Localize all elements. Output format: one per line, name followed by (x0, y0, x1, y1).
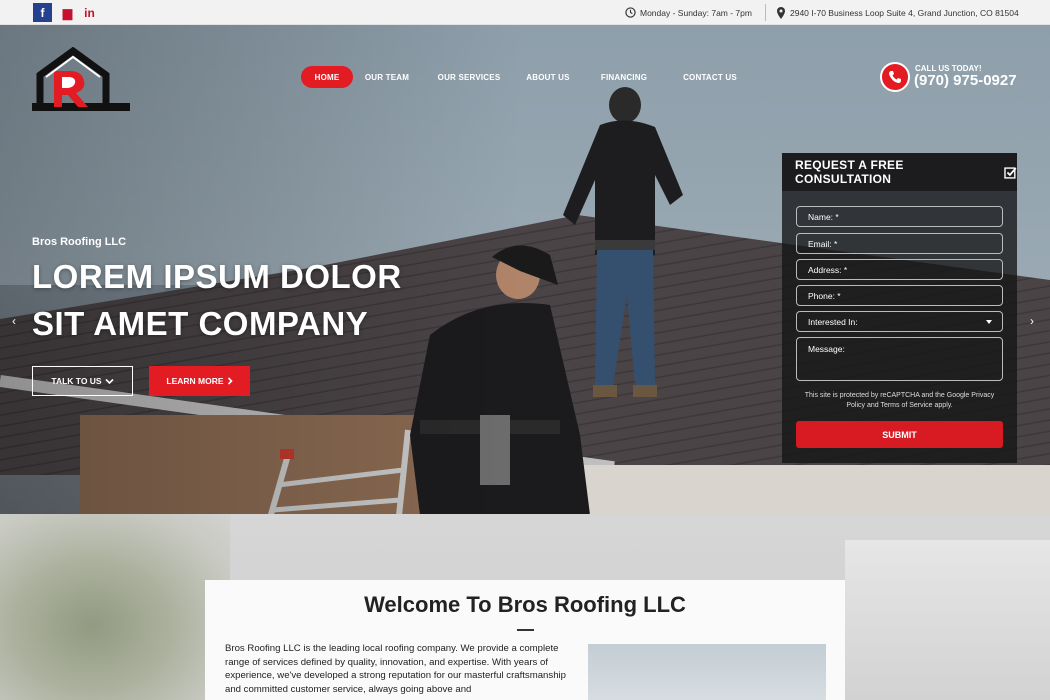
talk-to-us-label: TALK TO US (51, 376, 102, 386)
top-bar: f ▆ in Monday - Sunday: 7am - 7pm 2940 I… (0, 0, 1050, 25)
slider-next-arrow[interactable]: › (1030, 314, 1034, 328)
slider-prev-arrow[interactable]: ‹ (12, 314, 16, 328)
checkbox-icon (1004, 166, 1017, 179)
address-field[interactable]: Address: * (796, 259, 1003, 280)
form-title: REQUEST A FREE CONSULTATION (795, 158, 904, 186)
nav-our-services[interactable]: OUR SERVICES (432, 66, 506, 88)
consultation-form: REQUEST A FREE CONSULTATION Name: * Emai… (782, 153, 1017, 463)
hours-text: Monday - Sunday: 7am - 7pm (640, 7, 752, 18)
welcome-card: Welcome To Bros Roofing LLC Bros Roofing… (205, 580, 845, 700)
google-my-business-icon[interactable]: ▆ (58, 3, 77, 22)
name-field[interactable]: Name: * (796, 206, 1003, 227)
address-text: 2940 I-70 Business Loop Suite 4, Grand J… (790, 7, 1019, 18)
email-field[interactable]: Email: * (796, 233, 1003, 254)
nav-our-team[interactable]: OUR TEAM (358, 66, 416, 88)
welcome-title: Welcome To Bros Roofing LLC (364, 592, 686, 617)
chevron-down-icon (105, 378, 114, 384)
tree-background-image (0, 514, 230, 700)
business-address: 2940 I-70 Business Loop Suite 4, Grand J… (776, 0, 1019, 25)
welcome-text: Bros Roofing LLC is the leading local ro… (225, 643, 566, 695)
linkedin-icon[interactable]: in (80, 3, 99, 22)
interested-in-label: Interested In: (808, 316, 858, 327)
welcome-image (588, 644, 826, 700)
learn-more-button[interactable]: LEARN MORE (149, 366, 250, 396)
form-header: REQUEST A FREE CONSULTATION (782, 153, 1017, 191)
recaptcha-notice: This site is protected by reCAPTCHA and … (804, 392, 995, 409)
chevron-right-icon (227, 377, 233, 385)
message-field[interactable]: Message: (796, 337, 1003, 381)
learn-more-label: LEARN MORE (166, 376, 224, 386)
map-pin-icon (777, 6, 785, 19)
nav-financing[interactable]: FINANCING (592, 66, 656, 88)
title-divider (517, 629, 534, 631)
submit-button[interactable]: SUBMIT (796, 421, 1003, 448)
caret-down-icon (986, 320, 992, 324)
business-hours: Monday - Sunday: 7am - 7pm (625, 0, 752, 25)
nav-about-us[interactable]: ABOUT US (520, 66, 576, 88)
top-bar-divider (765, 4, 766, 21)
clock-icon (625, 7, 636, 18)
nav-home[interactable]: HOME (301, 66, 353, 88)
phone-field[interactable]: Phone: * (796, 285, 1003, 306)
hero-subtitle: Bros Roofing LLC (32, 236, 127, 248)
talk-to-us-button[interactable]: TALK TO US (32, 366, 133, 396)
phone-number[interactable]: (970) 975-0927 (914, 72, 1017, 89)
interested-in-select[interactable]: Interested In: (796, 311, 1003, 332)
nav-contact-us[interactable]: CONTACT US (675, 66, 745, 88)
house-background-image (845, 540, 1050, 700)
facebook-icon[interactable]: f (33, 3, 52, 22)
hero-title-line-2: SIT AMET COMPANY (32, 305, 369, 342)
phone-icon[interactable] (880, 62, 910, 92)
hero-title-line-1: LOREM IPSUM DOLOR (32, 258, 402, 295)
bros-roofing-logo[interactable] (32, 47, 130, 113)
